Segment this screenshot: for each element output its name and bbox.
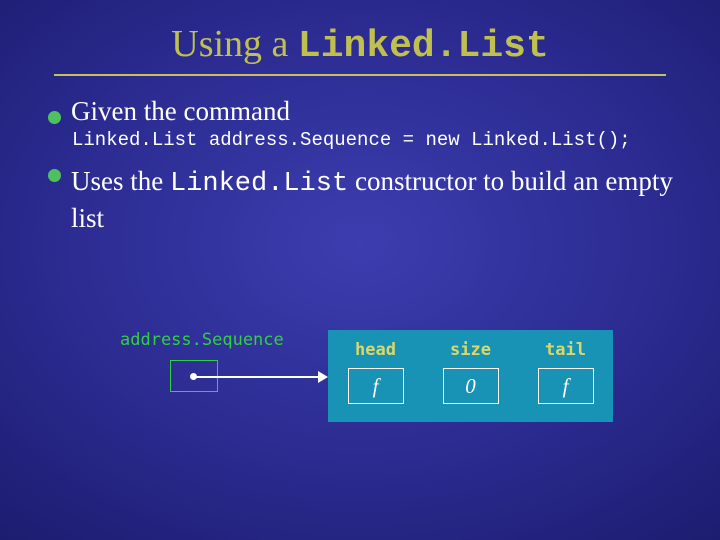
tail-label: tail (531, 340, 601, 360)
object-box: head size tail f 0 f (328, 330, 613, 422)
tail-value: f (538, 368, 594, 404)
head-cell: f (341, 360, 411, 404)
object-labels-row: head size tail (328, 330, 613, 360)
pointer-label: address.Sequence (120, 330, 284, 350)
head-label: head (341, 340, 411, 360)
arrow-shaft (196, 376, 320, 378)
bullet-dot-icon (48, 169, 61, 182)
title-prefix: Using a (171, 23, 298, 65)
bullet-2-class: Linked.List (170, 169, 348, 199)
code-line: Linked.List address.Sequence = new Linke… (48, 129, 690, 151)
diagram: address.Sequence head size tail f 0 f (120, 330, 640, 490)
object-values-row: f 0 f (328, 360, 613, 404)
tail-cell: f (531, 360, 601, 404)
size-value: 0 (443, 368, 499, 404)
title-class: Linked.List (298, 25, 549, 68)
size-label: size (436, 340, 506, 360)
head-value: f (348, 368, 404, 404)
slide-title: Using a Linked.List (0, 0, 720, 68)
arrow-head-icon (318, 371, 328, 383)
slide: Using a Linked.List Given the command Li… (0, 0, 720, 540)
bullet-1: Given the command (48, 96, 690, 127)
size-cell: 0 (436, 360, 506, 404)
body: Given the command Linked.List address.Se… (0, 76, 720, 236)
bullet-2-part1: Uses the (71, 166, 170, 196)
bullet-2-text: Uses the Linked.List constructor to buil… (71, 165, 690, 236)
bullet-2: Uses the Linked.List constructor to buil… (48, 165, 690, 236)
bullet-1-text: Given the command (71, 96, 290, 127)
bullet-dot-icon (48, 111, 61, 124)
